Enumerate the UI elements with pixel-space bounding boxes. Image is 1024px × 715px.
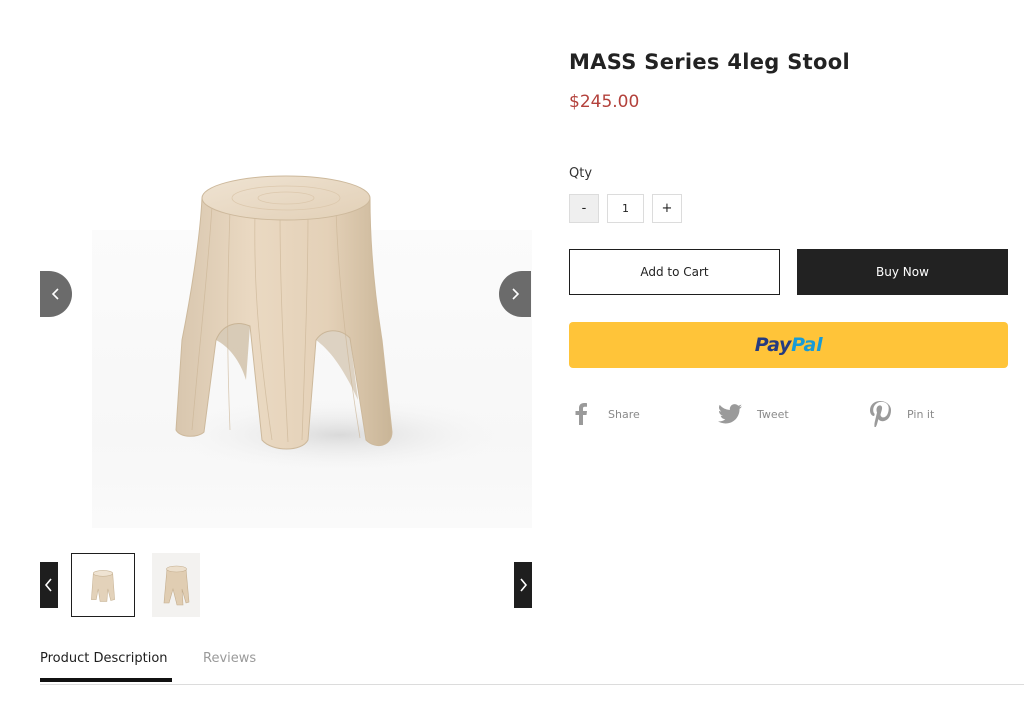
quantity-decrease-button[interactable]: -: [569, 194, 599, 223]
thumbnail-prev-button[interactable]: [40, 562, 58, 608]
main-product-image[interactable]: [40, 40, 532, 528]
paypal-logo-pay: Pay: [754, 334, 792, 356]
share-facebook-link[interactable]: Share: [569, 400, 640, 428]
quantity-label: Qty: [569, 166, 593, 181]
quantity-increase-button[interactable]: +: [652, 194, 682, 223]
thumbnail-2[interactable]: [152, 553, 200, 617]
share-twitter-label: Tweet: [757, 407, 789, 421]
product-price: $245.00: [569, 92, 640, 112]
quantity-input[interactable]: [607, 194, 644, 223]
product-title: MASS Series 4leg Stool: [569, 50, 850, 74]
chevron-right-icon: [512, 288, 520, 300]
add-to-cart-button[interactable]: Add to Cart: [569, 249, 780, 295]
stool-thumbnail-image: [163, 565, 190, 606]
product-tabs: Product Description Reviews: [40, 645, 1024, 685]
paypal-logo-pal: Pal: [791, 334, 823, 356]
paypal-button[interactable]: PayPal: [569, 322, 1008, 368]
chevron-left-icon: [44, 578, 52, 592]
paypal-logo: PayPal: [755, 334, 823, 356]
stool-thumbnail-image: [91, 570, 115, 602]
buy-now-button[interactable]: Buy Now: [797, 249, 1008, 295]
share-facebook-label: Share: [608, 407, 640, 421]
stool-image: [170, 175, 510, 473]
active-tab-indicator: [40, 678, 172, 682]
chevron-right-icon: [520, 578, 528, 592]
pinterest-icon: [868, 401, 892, 427]
twitter-icon: [718, 402, 742, 426]
chevron-left-icon: [51, 288, 59, 300]
share-pinterest-label: Pin it: [907, 407, 935, 421]
share-pinterest-link[interactable]: Pin it: [868, 400, 934, 428]
tab-product-description[interactable]: Product Description: [40, 651, 168, 666]
share-twitter-link[interactable]: Tweet: [718, 400, 789, 428]
thumbnail-1[interactable]: [71, 553, 135, 617]
thumbnail-strip: [40, 553, 532, 617]
thumbnail-next-button[interactable]: [514, 562, 532, 608]
tab-reviews[interactable]: Reviews: [203, 651, 256, 666]
facebook-icon: [569, 402, 593, 426]
